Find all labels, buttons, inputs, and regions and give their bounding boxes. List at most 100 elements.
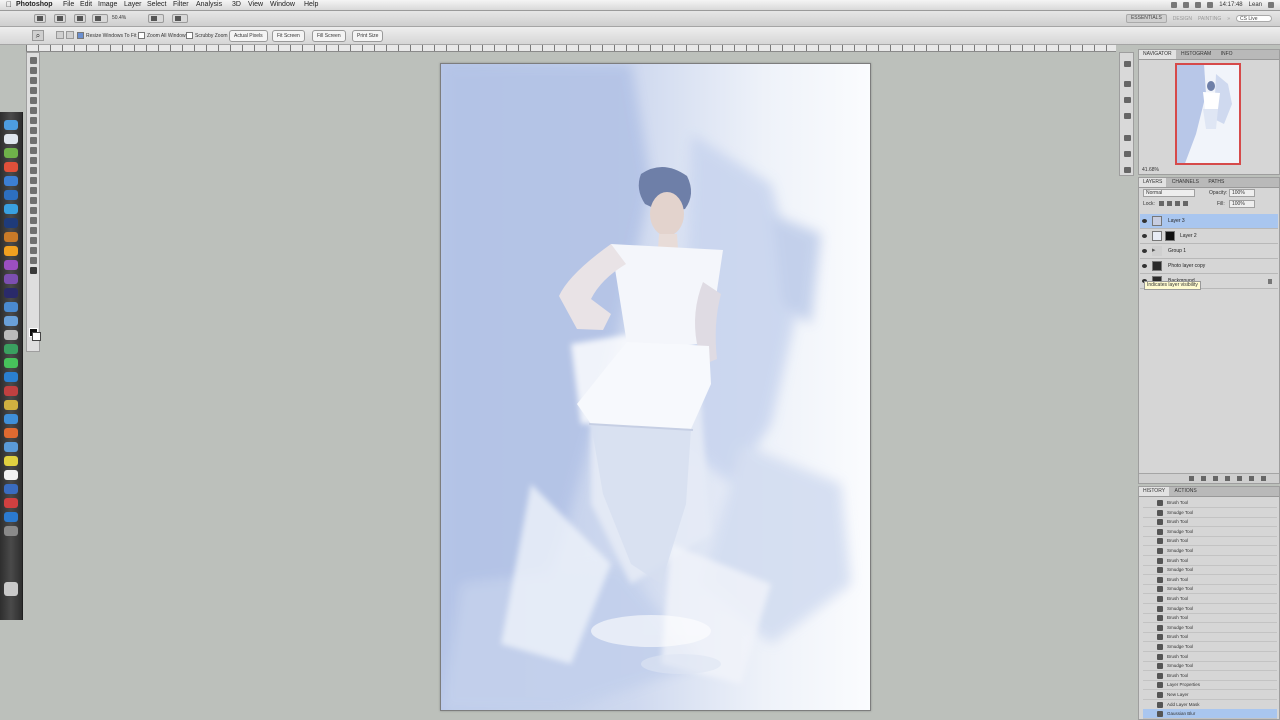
dock-app-vlc[interactable] <box>4 246 18 256</box>
history-item[interactable]: Smudge Tool <box>1143 565 1277 576</box>
3d-rotate-tool-icon[interactable] <box>30 237 37 244</box>
user-menu[interactable]: Lean <box>1249 2 1262 8</box>
history-panel-icon[interactable] <box>1124 61 1131 67</box>
tab-layers[interactable]: LAYERS <box>1139 178 1167 187</box>
cs-live-search[interactable]: CS Live <box>1236 15 1272 22</box>
history-item[interactable]: Brush Tool <box>1143 517 1277 528</box>
zoom-out-button[interactable] <box>66 31 74 39</box>
crop-tool-icon[interactable] <box>30 97 37 104</box>
zoom-in-button[interactable] <box>56 31 64 39</box>
link-layers-icon[interactable] <box>1189 476 1194 481</box>
healing-brush-tool-icon[interactable] <box>30 117 37 124</box>
history-item[interactable]: Brush Tool <box>1143 594 1277 604</box>
history-item[interactable]: Smudge Tool <box>1143 661 1277 672</box>
dock-app-facetime[interactable] <box>4 358 18 368</box>
delete-layer-icon[interactable] <box>1261 476 1266 481</box>
view-extras-button[interactable] <box>74 14 86 23</box>
history-item[interactable]: Brush Tool <box>1143 498 1277 508</box>
battery-icon[interactable] <box>1207 2 1214 8</box>
actual-pixels-button[interactable]: Actual Pixels <box>229 30 268 42</box>
brush-tool-icon[interactable] <box>30 127 37 134</box>
dodge-tool-icon[interactable] <box>30 187 37 194</box>
eye-icon[interactable] <box>1142 234 1147 238</box>
dock-app-finder[interactable] <box>4 120 18 130</box>
arrange-documents-button[interactable] <box>148 14 164 23</box>
workspace-design[interactable]: DESIGN <box>1173 16 1192 22</box>
layer-row-group-1[interactable]: ▸ Group 1 <box>1140 244 1278 259</box>
character-panel-icon[interactable] <box>1124 135 1131 141</box>
menu-help[interactable]: Help <box>304 0 318 10</box>
bridge-button[interactable] <box>34 14 46 23</box>
dock-app-word[interactable] <box>4 484 18 494</box>
fit-screen-button[interactable]: Fit Screen <box>272 30 305 42</box>
layer-row-layer-2[interactable]: Layer 2 <box>1140 229 1278 244</box>
menu-window[interactable]: Window <box>270 0 295 10</box>
add-mask-icon[interactable] <box>1213 476 1218 481</box>
dock-app-calendar[interactable] <box>4 162 18 172</box>
zoom-tool-icon[interactable] <box>30 267 37 274</box>
marquee-tool-icon[interactable] <box>30 67 37 74</box>
lasso-tool-icon[interactable] <box>30 77 37 84</box>
menu-analysis[interactable]: Analysis <box>196 0 222 10</box>
fill-screen-button[interactable]: Fill Screen <box>312 30 346 42</box>
history-item[interactable]: Brush Tool <box>1143 536 1277 547</box>
lock-position-icon[interactable] <box>1175 201 1180 206</box>
dock-app-maps[interactable] <box>4 316 18 326</box>
dock-app-appstore[interactable] <box>4 372 18 382</box>
history-item[interactable]: Smudge Tool <box>1143 527 1277 537</box>
blend-mode-select[interactable]: Normal <box>1143 189 1195 197</box>
eyedropper-tool-icon[interactable] <box>30 107 37 114</box>
dock-app-downloads[interactable] <box>4 512 18 522</box>
lock-pixels-icon[interactable] <box>1167 201 1172 206</box>
history-item[interactable]: Add Layer Mask <box>1143 700 1277 710</box>
tab-histogram[interactable]: HISTOGRAM <box>1177 50 1215 59</box>
zoom-level-select[interactable]: 50.4% <box>112 14 140 23</box>
adjustment-layer-icon[interactable] <box>1225 476 1230 481</box>
workspace-painting[interactable]: PAINTING <box>1198 16 1221 22</box>
menu-view[interactable]: View <box>248 0 263 10</box>
workspace-more[interactable]: » <box>1227 16 1230 22</box>
dock-app-safari[interactable] <box>4 134 18 144</box>
scrubby-zoom-checkbox[interactable]: Scrubby Zoom <box>186 32 228 40</box>
dock-app-twitter[interactable] <box>4 414 18 424</box>
swatches-panel-icon[interactable] <box>1124 167 1131 173</box>
volume-icon[interactable] <box>1195 2 1202 8</box>
gradient-tool-icon[interactable] <box>30 167 37 174</box>
screen-mode-button[interactable] <box>92 14 108 23</box>
history-brush-tool-icon[interactable] <box>30 147 37 154</box>
path-selection-tool-icon[interactable] <box>30 217 37 224</box>
layer-row-layer-3[interactable]: Layer 3 <box>1140 214 1278 229</box>
clone-stamp-tool-icon[interactable] <box>30 137 37 144</box>
history-item[interactable]: Gaussian Blur <box>1143 709 1277 720</box>
zoom-all-windows-checkbox[interactable]: Zoom All Windows <box>138 32 188 40</box>
print-size-button[interactable]: Print Size <box>352 30 384 42</box>
history-item[interactable]: Smudge Tool <box>1143 584 1277 595</box>
clone-source-icon[interactable] <box>1124 113 1131 119</box>
tab-paths[interactable]: PATHS <box>1204 178 1228 187</box>
eye-icon[interactable] <box>1142 249 1147 253</box>
layer-style-icon[interactable] <box>1201 476 1206 481</box>
dock-app-premiere[interactable] <box>4 288 18 298</box>
history-item[interactable]: Smudge Tool <box>1143 546 1277 556</box>
history-item[interactable]: Brush Tool <box>1143 575 1277 585</box>
apple-icon[interactable]:  <box>6 0 12 10</box>
dock-app-photoshop[interactable] <box>4 190 18 200</box>
menu-file[interactable]: File <box>63 0 74 10</box>
dock-app-textedit[interactable] <box>4 470 18 480</box>
spotlight-icon[interactable] <box>1268 2 1274 8</box>
new-group-icon[interactable] <box>1237 476 1242 481</box>
history-item[interactable]: Smudge Tool <box>1143 508 1277 518</box>
workspace-essentials[interactable]: ESSENTIALS <box>1125 14 1167 23</box>
actions-panel-icon[interactable] <box>1124 81 1131 87</box>
history-item[interactable]: Brush Tool <box>1143 652 1277 662</box>
dock-app-stickies[interactable] <box>4 400 18 410</box>
3d-orbit-tool-icon[interactable] <box>30 247 37 254</box>
dock-app-bridge[interactable] <box>4 218 18 228</box>
screen-mode-menu-button[interactable] <box>172 14 188 23</box>
tab-navigator[interactable]: NAVIGATOR <box>1139 50 1176 59</box>
app-name-menu[interactable]: Photoshop <box>16 0 53 10</box>
menu-image[interactable]: Image <box>98 0 117 10</box>
navigator-zoom-field[interactable]: 41.68% <box>1142 167 1159 173</box>
dock-app-powerpoint[interactable] <box>4 498 18 508</box>
type-tool-icon[interactable] <box>30 207 37 214</box>
